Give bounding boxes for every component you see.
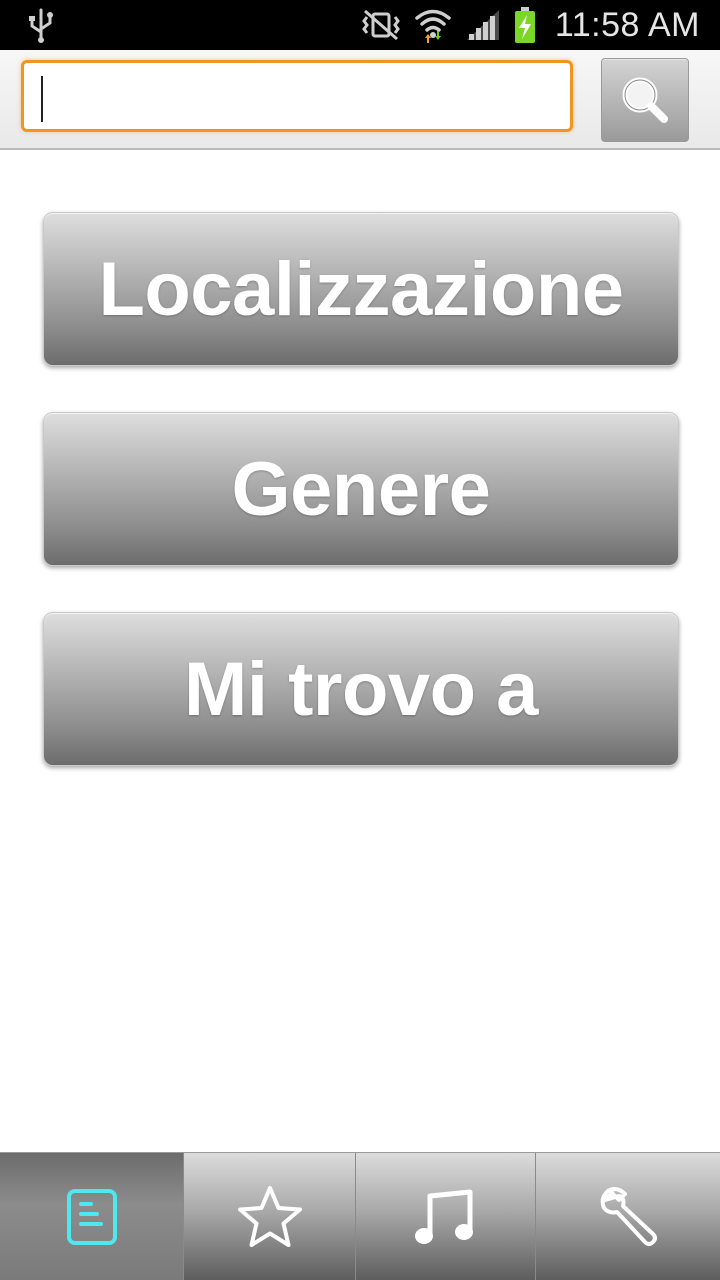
tab-music[interactable]: [356, 1153, 536, 1280]
search-bar: [0, 50, 720, 150]
search-icon: [622, 77, 668, 123]
mi-trovo-a-button[interactable]: Mi trovo a: [43, 612, 679, 766]
signal-icon: [466, 10, 499, 40]
bottom-tab-bar: [0, 1152, 720, 1280]
genere-button-label: Genere: [231, 446, 491, 532]
search-input[interactable]: [21, 60, 573, 132]
list-icon: [66, 1189, 117, 1245]
status-bar: 11:58 AM: [0, 0, 720, 50]
wifi-icon: [415, 9, 451, 43]
status-time: 11:58 AM: [554, 5, 700, 44]
text-cursor: [41, 76, 43, 122]
mute-vibrate-icon: [361, 9, 400, 41]
tab-list[interactable]: [0, 1153, 184, 1280]
localizzazione-button[interactable]: Localizzazione: [43, 212, 679, 366]
mi-trovo-a-button-label: Mi trovo a: [184, 646, 538, 732]
star-icon: [237, 1186, 302, 1247]
wrench-icon: [600, 1187, 657, 1246]
localizzazione-button-label: Localizzazione: [98, 246, 624, 332]
app-screen: 11:58 AM Localizzazione Genere Mi trovo …: [0, 0, 720, 1280]
status-icons: 11:58 AM: [361, 0, 700, 50]
music-note-icon: [414, 1189, 473, 1244]
genere-button[interactable]: Genere: [43, 412, 679, 566]
tab-favorites[interactable]: [184, 1153, 356, 1280]
search-button[interactable]: [601, 58, 689, 142]
tab-settings[interactable]: [536, 1153, 720, 1280]
battery-charging-icon: [514, 7, 535, 43]
usb-icon: [29, 8, 53, 43]
